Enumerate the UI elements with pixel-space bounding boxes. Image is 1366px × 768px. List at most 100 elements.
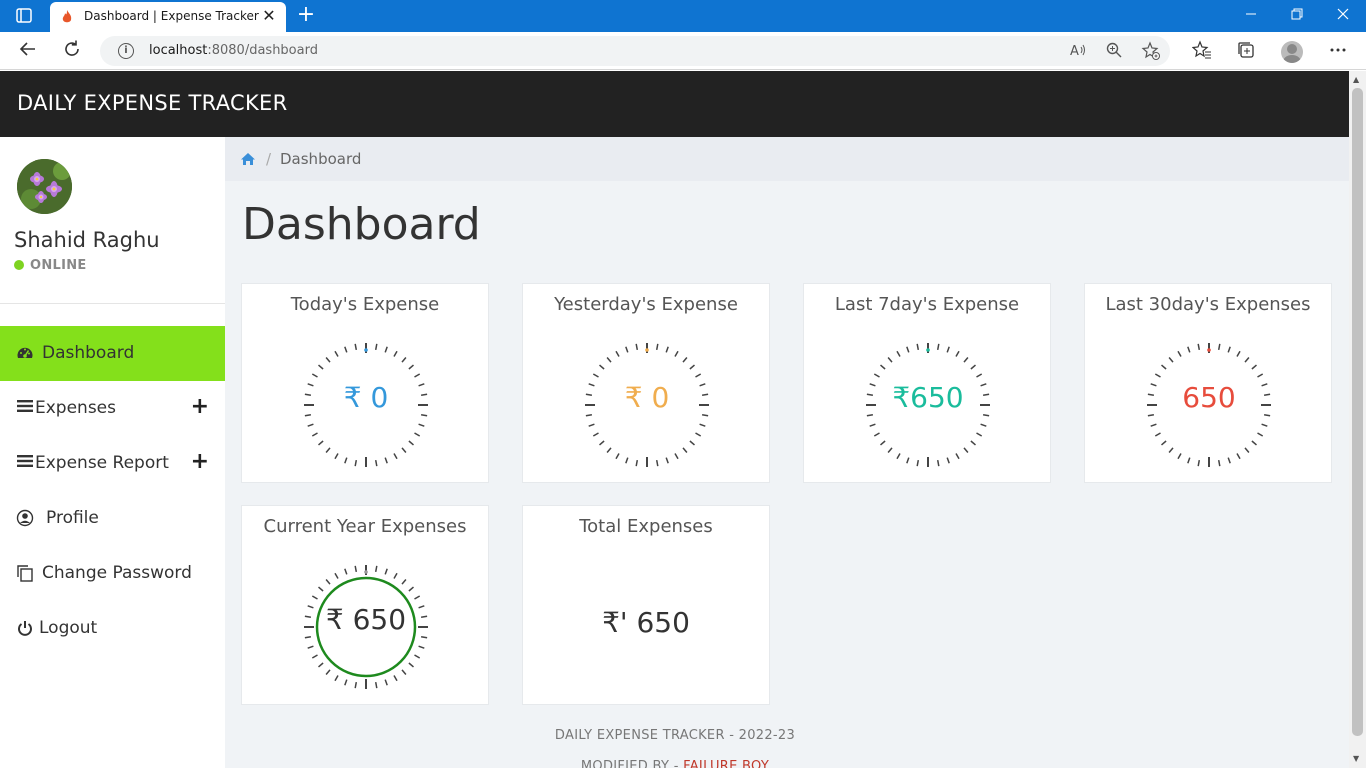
dial-tick (408, 662, 414, 668)
refresh-icon[interactable] (60, 39, 84, 63)
dial-tick (334, 572, 339, 579)
close-window-icon[interactable] (1320, 0, 1366, 32)
card-last-30day-expenses: Last 30day's Expenses 650 (1084, 283, 1332, 483)
dial-tick (334, 675, 339, 682)
sidebar-item-expense-report[interactable]: Expense Report + (0, 436, 225, 491)
dial-tick (873, 432, 880, 437)
dial-tick (401, 357, 407, 363)
dial-marker (1207, 348, 1211, 352)
read-aloud-icon[interactable]: A (1068, 41, 1088, 61)
dial-tick (1187, 457, 1191, 464)
dial-tick (665, 346, 669, 353)
dial-tick (615, 453, 620, 460)
dial-tick (906, 457, 910, 464)
restore-icon[interactable] (1274, 0, 1320, 32)
dial-tick (1197, 343, 1201, 351)
bars-icon (16, 454, 34, 472)
favorites-icon[interactable] (1190, 40, 1214, 64)
url-text: localhost:8080/dashboard (149, 43, 318, 58)
card-yesterday-expense: Yesterday's Expense ₹ 0 (522, 283, 770, 483)
scrollbar-thumb[interactable] (1352, 88, 1363, 736)
profile-icon[interactable] (1281, 41, 1303, 63)
dial-tick (311, 432, 318, 437)
dial-tick (393, 572, 398, 579)
back-icon[interactable] (16, 39, 40, 63)
dial-tick (896, 453, 901, 460)
tab-title: Dashboard | Expense Tracker (84, 9, 259, 23)
card-value: ₹' 650 (602, 606, 690, 639)
dial-tick (866, 413, 874, 417)
dial-gauge: 650 (1139, 335, 1279, 475)
svg-text:A: A (1070, 44, 1079, 59)
dial-tick (585, 413, 593, 417)
dial-tick (1236, 350, 1241, 357)
user-name: Shahid Raghu (14, 228, 160, 252)
dial-tick (916, 343, 920, 351)
new-tab-button[interactable]: + (294, 3, 318, 29)
dial-tick (625, 457, 629, 464)
dial-tick (896, 350, 901, 357)
dial-tick (393, 350, 398, 357)
online-status: ONLINE (30, 258, 87, 273)
tab-actions-icon[interactable] (12, 7, 36, 25)
home-icon[interactable] (240, 151, 256, 167)
sidebar-item-label: Dashboard (42, 343, 135, 363)
sidebar-item-logout[interactable]: Logout (0, 601, 225, 656)
dial-tick (384, 457, 388, 464)
dial-marker (926, 348, 930, 352)
dial-tick (1244, 357, 1250, 363)
dial-tick (401, 447, 407, 453)
dial-tick (946, 346, 950, 353)
dial-tick (1147, 413, 1155, 417)
dial-tick (307, 423, 314, 427)
collections-icon[interactable] (1234, 40, 1258, 64)
expand-plus-icon[interactable]: + (191, 396, 209, 418)
dial-tick (1161, 364, 1167, 370)
more-icon[interactable] (1326, 40, 1350, 64)
power-icon (16, 619, 34, 637)
dial-tick (955, 453, 960, 460)
dial-tick (325, 669, 331, 675)
app-brand[interactable]: DAILY EXPENSE TRACKER (17, 91, 288, 115)
dial-tick (946, 457, 950, 464)
footer-credit-prefix: MODIFIED BY - (580, 759, 684, 768)
dial-gauge: ₹ 0 (296, 335, 436, 475)
add-favorite-icon[interactable] (1141, 41, 1161, 61)
dial-tick (414, 432, 421, 437)
scroll-down-icon[interactable]: ▼ (1353, 754, 1359, 763)
dial-tick (1154, 373, 1161, 378)
card-title: Today's Expense (290, 294, 440, 315)
dial-tick (374, 565, 378, 573)
expand-plus-icon[interactable]: + (191, 451, 209, 473)
dial-tick (689, 440, 695, 446)
site-info-icon[interactable]: i (118, 43, 134, 59)
sidebar-item-dashboard[interactable]: Dashboard (0, 326, 225, 381)
tab-close-icon[interactable]: ✕ (260, 6, 278, 26)
sidebar: Shahid Raghu ONLINE Dashboard Expenses +… (0, 137, 225, 768)
dial-marker (645, 348, 649, 352)
url-field[interactable]: i localhost:8080/dashboard A (100, 36, 1170, 66)
dial-tick (354, 343, 358, 351)
sidebar-divider (0, 303, 225, 304)
sidebar-item-change-password[interactable]: Change Password (0, 546, 225, 601)
scroll-up-icon[interactable]: ▲ (1353, 75, 1359, 84)
dial-tick (592, 432, 599, 437)
card-value: 650 (1182, 381, 1236, 414)
dial-tick (408, 440, 414, 446)
dial-gauge: ₹ 650 (296, 557, 436, 697)
sidebar-item-profile[interactable]: Profile (0, 491, 225, 546)
dial-tick (393, 675, 398, 682)
sidebar-item-expenses[interactable]: Expenses + (0, 381, 225, 436)
card-value: ₹650 (892, 381, 964, 414)
dial-tick (1244, 447, 1250, 453)
sidebar-item-label: Logout (39, 618, 98, 638)
dial-tick (1187, 346, 1191, 353)
dial-tick (354, 681, 358, 689)
dial-tick (1251, 364, 1257, 370)
dial-tick (420, 635, 428, 639)
browser-tab[interactable]: Dashboard | Expense Tracker ✕ (50, 2, 286, 32)
dial-tick (906, 346, 910, 353)
minimize-icon[interactable] (1228, 0, 1274, 32)
dial-tick (1263, 413, 1271, 417)
zoom-icon[interactable] (1104, 41, 1124, 61)
